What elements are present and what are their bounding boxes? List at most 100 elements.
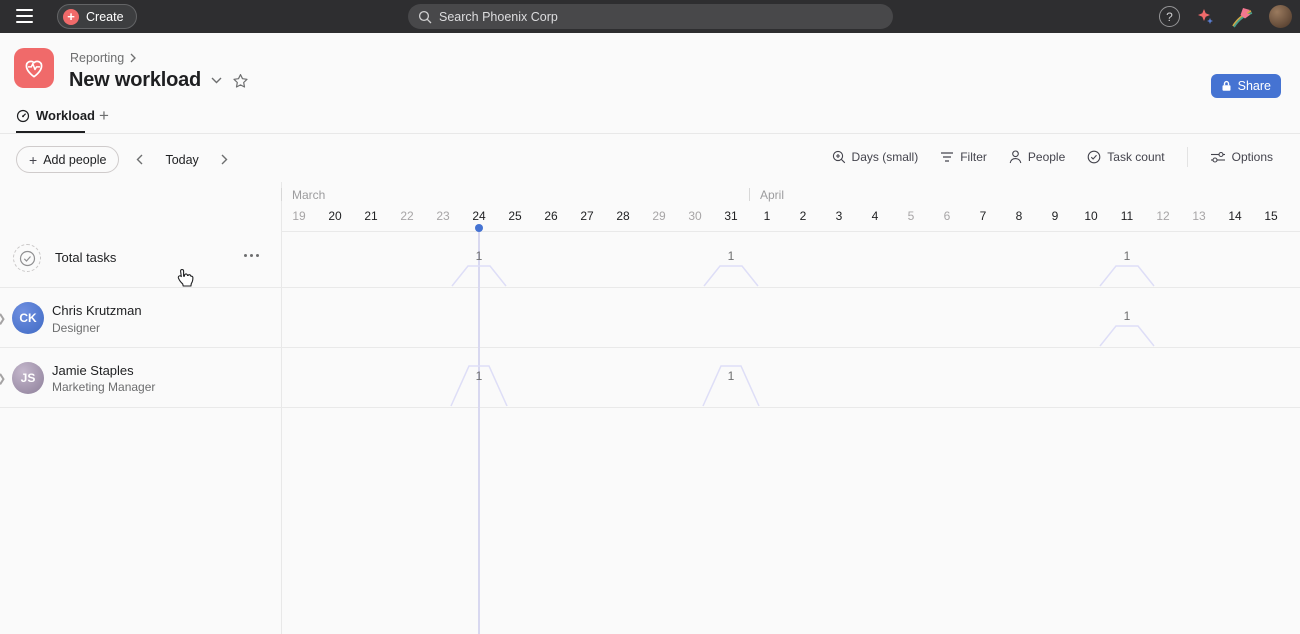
grid-line [281,231,1300,232]
row-menu-button[interactable] [244,254,259,257]
date-label: 9 [1037,209,1073,223]
chevron-right-icon [221,154,228,165]
timeline-prev-button[interactable] [127,148,151,172]
date-label: 27 [569,209,605,223]
toolbar-divider [1187,147,1188,167]
month-tick [281,188,282,201]
project-icon[interactable] [14,48,54,88]
avatar-initials: CK [19,311,36,325]
workload-mark[interactable] [1099,265,1155,292]
search-input[interactable]: Search Phoenix Corp [408,4,893,29]
add-tab-button[interactable]: + [99,106,109,126]
workload-mark-value: 1 [451,369,507,383]
breadcrumb[interactable]: Reporting [70,51,136,65]
date-label: 15 [1253,209,1289,223]
tab-workload-label: Workload [36,108,95,123]
date-label: 6 [929,209,965,223]
date-label: 10 [1073,209,1109,223]
search-placeholder: Search Phoenix Corp [439,10,558,24]
workload-mark-value: 1 [1099,309,1155,323]
task-count-label: Task count [1107,150,1164,164]
timeline-next-button[interactable] [213,148,237,172]
workload-mark-value: 1 [703,249,759,263]
date-label: 23 [425,209,461,223]
people-grouping-button[interactable]: People [1009,150,1065,164]
date-label: 25 [497,209,533,223]
zoom-level-label: Days (small) [852,150,919,164]
today-button[interactable]: Today [159,153,204,167]
add-people-button[interactable]: + Add people [16,146,119,173]
today-marker-dot [475,224,483,232]
share-button-label: Share [1238,79,1271,93]
user-avatar[interactable] [1269,5,1292,28]
date-label: 14 [1217,209,1253,223]
share-button[interactable]: Share [1211,74,1281,98]
task-count-button[interactable]: Task count [1087,150,1164,164]
expand-row-chevron[interactable]: ❯ [0,312,6,325]
create-button-label: Create [86,10,124,24]
avatar[interactable]: CK [12,302,44,334]
person-role: Marketing Manager [52,380,155,394]
date-label: 11 [1109,209,1145,223]
workload-mark[interactable] [451,265,507,292]
names-column-border [281,182,282,634]
date-label: 30 [677,209,713,223]
person-name: Jamie Staples [52,363,134,378]
date-label: 21 [353,209,389,223]
date-label: 22 [389,209,425,223]
tab-workload[interactable]: Workload [16,108,95,123]
sliders-icon [1210,151,1226,163]
plus-icon: + [29,152,37,168]
chevron-right-icon [130,53,136,63]
date-label: 4 [857,209,893,223]
workload-mark[interactable] [703,265,759,292]
month-tick [749,188,750,201]
total-tasks-icon [13,244,41,272]
filter-button[interactable]: Filter [940,150,987,164]
avatar-initials: JS [21,371,36,385]
person-name: Chris Krutzman [52,303,142,318]
person-icon [1009,150,1022,164]
filter-icon [940,151,954,163]
date-label: 7 [965,209,1001,223]
add-people-label: Add people [43,153,106,167]
check-circle-icon [1087,150,1101,164]
expand-row-chevron[interactable]: ❯ [0,372,6,385]
workload-mark-value: 1 [1099,249,1155,263]
row-divider [0,407,1300,408]
person-role: Designer [52,321,100,335]
date-label: 20 [317,209,353,223]
date-label: 2 [785,209,821,223]
month-label: March [292,188,325,202]
search-icon [418,10,432,24]
ai-sparkles-icon[interactable] [1195,7,1215,27]
create-button[interactable]: + Create [57,4,137,29]
avatar[interactable]: JS [12,362,44,394]
chevron-left-icon [136,154,143,165]
options-button[interactable]: Options [1210,150,1273,164]
sidebar-toggle-icon[interactable] [16,9,33,23]
date-label: 29 [641,209,677,223]
options-label: Options [1232,150,1273,164]
heart-pulse-icon [21,55,47,81]
workload-mark[interactable] [1099,325,1155,352]
breadcrumb-label: Reporting [70,51,124,65]
date-label: 8 [1001,209,1037,223]
date-label: 3 [821,209,857,223]
zoom-level-button[interactable]: Days (small) [832,150,919,164]
help-label: ? [1166,10,1173,24]
title-chevron-down-icon[interactable] [211,77,222,84]
date-label: 19 [281,209,317,223]
star-icon[interactable] [232,73,249,89]
celebration-bird-icon[interactable] [1230,6,1254,28]
header-divider [0,133,1300,134]
workload-gauge-icon [16,109,30,123]
date-label: 31 [713,209,749,223]
workload-mark-value: 1 [451,249,507,263]
help-button[interactable]: ? [1159,6,1180,27]
month-label: April [760,188,784,202]
topbar: + Create Search Phoenix Corp ? [0,0,1300,33]
date-label: 1 [749,209,785,223]
plus-icon: + [63,9,79,25]
zoom-icon [832,150,846,164]
